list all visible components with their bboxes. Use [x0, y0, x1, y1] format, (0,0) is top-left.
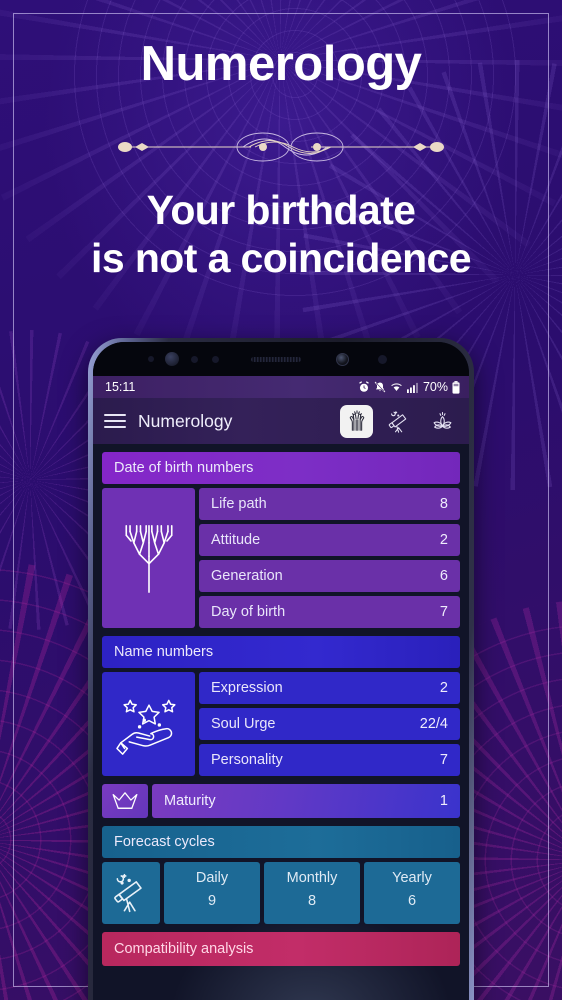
section-header-date-of-birth[interactable]: Date of birth numbers — [102, 452, 460, 484]
section-header-compatibility[interactable]: Compatibility analysis — [102, 932, 460, 966]
sensor-dot — [378, 355, 387, 364]
phone-screen: 15:11 70% Numerology Date of birth numbe… — [93, 342, 469, 1000]
battery-icon — [452, 380, 460, 394]
hamburger-menu-icon[interactable] — [104, 414, 126, 428]
hand-stars-icon — [115, 699, 176, 755]
cycle-value: 9 — [207, 893, 217, 909]
table-row[interactable]: Expression 2 — [199, 672, 460, 704]
table-row[interactable]: Personality 7 — [199, 744, 460, 776]
hands-sparkles-icon — [349, 410, 364, 431]
row-value: 22/4 — [419, 716, 448, 732]
cycle-value: 8 — [307, 893, 317, 909]
subtitle-line-1: Your birthdate — [146, 187, 416, 233]
app-tabs — [340, 404, 459, 438]
telescope-icon — [388, 410, 407, 433]
page-subtitle: Your birthdate is not a coincidence — [0, 187, 562, 282]
lotus-icon — [433, 411, 452, 429]
section-maturity: Maturity 1 — [102, 784, 460, 818]
status-time: 15:11 — [105, 380, 136, 394]
tree-of-life-icon — [124, 524, 173, 593]
row-label: Soul Urge — [211, 716, 276, 732]
table-row[interactable]: Life path 8 — [199, 488, 460, 520]
status-icons: 70% — [358, 380, 460, 394]
row-value: 7 — [439, 604, 448, 620]
section-name-numbers: Expression 2 Soul Urge 22/4 Personality … — [102, 672, 460, 776]
row-label: Day of birth — [211, 604, 286, 620]
app-title: Numerology — [138, 410, 233, 431]
table-row[interactable]: Generation 6 — [199, 560, 460, 592]
tab-lotus[interactable] — [426, 405, 459, 438]
cycle-label: Monthly — [286, 870, 338, 886]
tree-of-life-icon-tile — [102, 488, 195, 628]
row-value: 2 — [439, 680, 448, 696]
row-value: 2 — [439, 532, 448, 548]
cycle-daily[interactable]: Daily 9 — [164, 862, 260, 924]
row-label: Expression — [211, 680, 283, 696]
row-label: Maturity — [164, 793, 216, 809]
row-value: 7 — [439, 752, 448, 768]
table-row[interactable]: Day of birth 7 — [199, 596, 460, 628]
mute-bell-icon — [374, 381, 386, 393]
subtitle-line-2: is not a coincidence — [91, 234, 471, 281]
ornament-divider — [0, 128, 562, 166]
hand-stars-icon-tile — [102, 672, 195, 776]
app-bar: Numerology — [93, 398, 469, 444]
crown-icon — [112, 792, 138, 809]
phone-sensor-bar — [93, 342, 469, 376]
row-label: Attitude — [211, 532, 261, 548]
front-camera-dot — [165, 352, 179, 366]
tab-forecast[interactable] — [383, 405, 416, 438]
page-title: Numerology — [140, 37, 422, 91]
section-forecast-cycles: Daily 9 Monthly 8 Yearly 6 — [102, 862, 460, 924]
camera-icon — [336, 353, 349, 366]
row-value: 8 — [439, 496, 448, 512]
sensor-dot — [148, 356, 154, 362]
earpiece-speaker — [251, 357, 301, 362]
tab-numbers[interactable] — [340, 404, 373, 438]
wifi-icon — [391, 383, 402, 391]
table-row[interactable]: Attitude 2 — [199, 524, 460, 556]
cycle-value: 6 — [407, 893, 417, 909]
phone-mockup: 15:11 70% Numerology Date of birth numbe… — [88, 338, 474, 1000]
table-row[interactable]: Soul Urge 22/4 — [199, 708, 460, 740]
row-label: Personality — [211, 752, 283, 768]
cycle-yearly[interactable]: Yearly 6 — [364, 862, 460, 924]
cycle-monthly[interactable]: Monthly 8 — [264, 862, 360, 924]
alarm-icon — [359, 381, 369, 392]
battery-percent-label: 70% — [422, 380, 448, 394]
row-value: 1 — [439, 793, 448, 809]
row-label: Life path — [211, 496, 267, 512]
maturity-row[interactable]: Maturity 1 — [152, 784, 460, 818]
section-header-name-numbers[interactable]: Name numbers — [102, 636, 460, 668]
telescope-icon-tile — [102, 862, 160, 924]
status-bar: 15:11 70% — [93, 376, 469, 398]
cycle-label: Yearly — [392, 870, 432, 886]
sensor-dot — [212, 356, 219, 363]
telescope-icon — [114, 873, 142, 913]
app-content: Date of birth numbers Life path 8 Attitu… — [93, 444, 469, 1000]
section-date-of-birth: Life path 8 Attitude 2 Generation 6 Day … — [102, 488, 460, 628]
cycle-label: Daily — [195, 870, 229, 886]
rows-date-of-birth: Life path 8 Attitude 2 Generation 6 Day … — [199, 488, 460, 628]
promo-background: Numerology Your birthdate is not a coinc… — [0, 0, 562, 1000]
signal-icon — [406, 382, 418, 393]
crown-icon-tile — [102, 784, 148, 818]
row-value: 6 — [439, 568, 448, 584]
row-label: Generation — [211, 568, 283, 584]
rows-name-numbers: Expression 2 Soul Urge 22/4 Personality … — [199, 672, 460, 776]
section-header-forecast[interactable]: Forecast cycles — [102, 826, 460, 858]
sensor-dot — [191, 356, 198, 363]
